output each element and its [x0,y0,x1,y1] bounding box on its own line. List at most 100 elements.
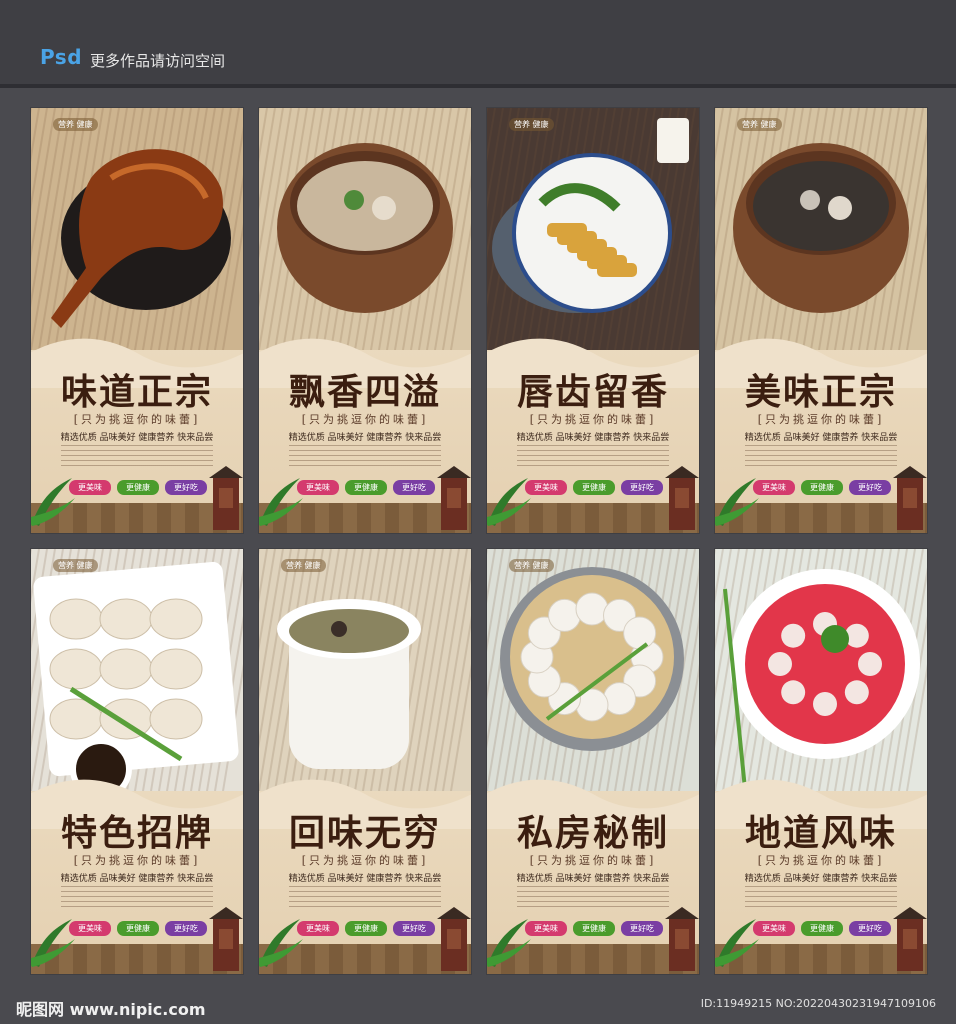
poster-subtitle: [只为挑逗你的味蕾] [73,854,201,867]
dish-photo [259,108,471,350]
pavilion-icon [893,907,927,971]
pavilion-icon [437,907,471,971]
poster-card[interactable]: 营养 健康 特色招牌 [只为挑逗你的味蕾] 精选优质 品味美好 健康营养 快来品尝 更美… [31,549,243,974]
poster-subtitle: [只为挑逗你的味蕾] [529,413,657,426]
nutrition-tag: 营养 健康 [53,118,98,131]
poster-description: 精选优质 品味美好 健康营养 快来品尝 [516,874,670,884]
header-bar: Psd 更多作品请访问空间 [0,0,956,88]
fine-print-lines [61,445,213,467]
fine-print-lines [61,886,213,908]
poster-description: 精选优质 品味美好 健康营养 快来品尝 [60,433,214,443]
pavilion-icon [665,466,699,530]
pavilion-icon [893,466,927,530]
poster-card[interactable]: 营养 健康 私房秘制 [只为挑逗你的味蕾] 精选优质 品味美好 健康营养 快来品尝 更美… [487,549,699,974]
poster-subtitle: [只为挑逗你的味蕾] [529,854,657,867]
tag-pill: 更好吃 [393,480,435,495]
dish-illustration [487,549,699,791]
tag-pill: 更健康 [117,921,159,936]
tag-pill: 更健康 [573,921,615,936]
pavilion-icon [665,907,699,971]
tag-pill: 更好吃 [849,921,891,936]
bamboo-leaves-icon [487,478,531,526]
tag-pill: 更好吃 [621,480,663,495]
dish-illustration [31,549,243,791]
dish-illustration [259,549,471,791]
footer-id: ID:11949215 NO:20220430231947109106 [700,997,936,1010]
pavilion-icon [209,907,243,971]
dish-photo [715,549,927,791]
dish-illustration [259,108,471,350]
dish-photo [31,108,243,350]
poster-title: 地道风味 [744,812,897,854]
poster-card[interactable]: 营养 健康 美味正宗 [只为挑逗你的味蕾] 精选优质 品味美好 健康营养 快来品尝 更美… [715,108,927,533]
bamboo-leaves-icon [259,919,303,967]
bamboo-leaves-icon [31,919,75,967]
fine-print-lines [517,445,669,467]
fine-print-lines [517,886,669,908]
dish-photo [259,549,471,791]
fine-print-lines [745,445,897,467]
bamboo-leaves-icon [259,478,303,526]
tag-pill: 更健康 [345,480,387,495]
footer-logo: 昵图网 www.nipic.com [16,1000,206,1019]
poster-subtitle: [只为挑逗你的味蕾] [301,413,429,426]
tag-pill: 更好吃 [165,921,207,936]
dish-photo [31,549,243,791]
tag-pill: 更好吃 [165,480,207,495]
tag-pill: 更健康 [573,480,615,495]
fine-print-lines [289,886,441,908]
poster-card[interactable]: 营养 健康 回味无穷 [只为挑逗你的味蕾] 精选优质 品味美好 健康营养 快来品尝 更美… [259,549,471,974]
nutrition-tag: 营养 健康 [281,559,326,572]
poster-description: 精选优质 品味美好 健康营养 快来品尝 [516,433,670,443]
nutrition-tag: 营养 健康 [53,559,98,572]
nutrition-tag: 营养 健康 [737,118,782,131]
poster-subtitle: [只为挑逗你的味蕾] [301,854,429,867]
poster-description: 精选优质 品味美好 健康营养 快来品尝 [288,874,442,884]
bamboo-leaves-icon [487,919,531,967]
poster-card[interactable]: 地道风味 [只为挑逗你的味蕾] 精选优质 品味美好 健康营养 快来品尝 更美味 更健康更… [715,549,927,974]
dish-illustration [31,108,243,350]
dish-photo [715,108,927,350]
poster-description: 精选优质 品味美好 健康营养 快来品尝 [60,874,214,884]
poster-subtitle: [只为挑逗你的味蕾] [757,413,885,426]
fine-print-lines [289,445,441,467]
poster-title: 私房秘制 [516,812,669,854]
poster-title: 回味无穷 [288,812,441,854]
poster-title: 味道正宗 [60,371,213,413]
bamboo-leaves-icon [715,919,759,967]
poster-subtitle: [只为挑逗你的味蕾] [73,413,201,426]
poster-card[interactable]: 营养 健康 唇齿留香 [只为挑逗你的味蕾] 精选优质 品味美好 健康营养 快来品尝 更美… [487,108,699,533]
psd-logo: Psd [40,45,83,69]
tag-pill: 更好吃 [621,921,663,936]
poster-subtitle: [只为挑逗你的味蕾] [757,854,885,867]
poster-card[interactable]: 营养 健康 味道正宗 [只为挑逗你的味蕾] 精选优质 品味美好 健康营养 快来品尝 更美… [31,108,243,533]
tag-pill: 更健康 [801,921,843,936]
pavilion-icon [437,466,471,530]
tag-pill: 更好吃 [393,921,435,936]
tag-pill: 更好吃 [849,480,891,495]
poster-card[interactable]: 飘香四溢 [只为挑逗你的味蕾] 精选优质 品味美好 健康营养 快来品尝 更美味 更健康更… [259,108,471,533]
poster-description: 精选优质 品味美好 健康营养 快来品尝 [744,874,898,884]
bamboo-leaves-icon [715,478,759,526]
poster-title: 飘香四溢 [288,371,441,413]
header-divider [0,84,956,88]
pavilion-icon [209,466,243,530]
poster-description: 精选优质 品味美好 健康营养 快来品尝 [744,433,898,443]
dish-photo [487,108,699,350]
nutrition-tag: 营养 健康 [509,559,554,572]
bamboo-leaves-icon [31,478,75,526]
tag-pill: 更健康 [345,921,387,936]
poster-title: 唇齿留香 [516,371,669,413]
header-link-text[interactable]: 更多作品请访问空间 [90,50,225,71]
poster-title: 特色招牌 [60,812,213,854]
tag-pill: 更健康 [801,480,843,495]
dish-illustration [715,549,927,791]
poster-description: 精选优质 品味美好 健康营养 快来品尝 [288,433,442,443]
tag-pill: 更健康 [117,480,159,495]
poster-title: 美味正宗 [744,371,897,413]
fine-print-lines [745,886,897,908]
nutrition-tag: 营养 健康 [509,118,554,131]
dish-illustration [715,108,927,350]
dish-illustration [487,108,699,350]
dish-photo [487,549,699,791]
